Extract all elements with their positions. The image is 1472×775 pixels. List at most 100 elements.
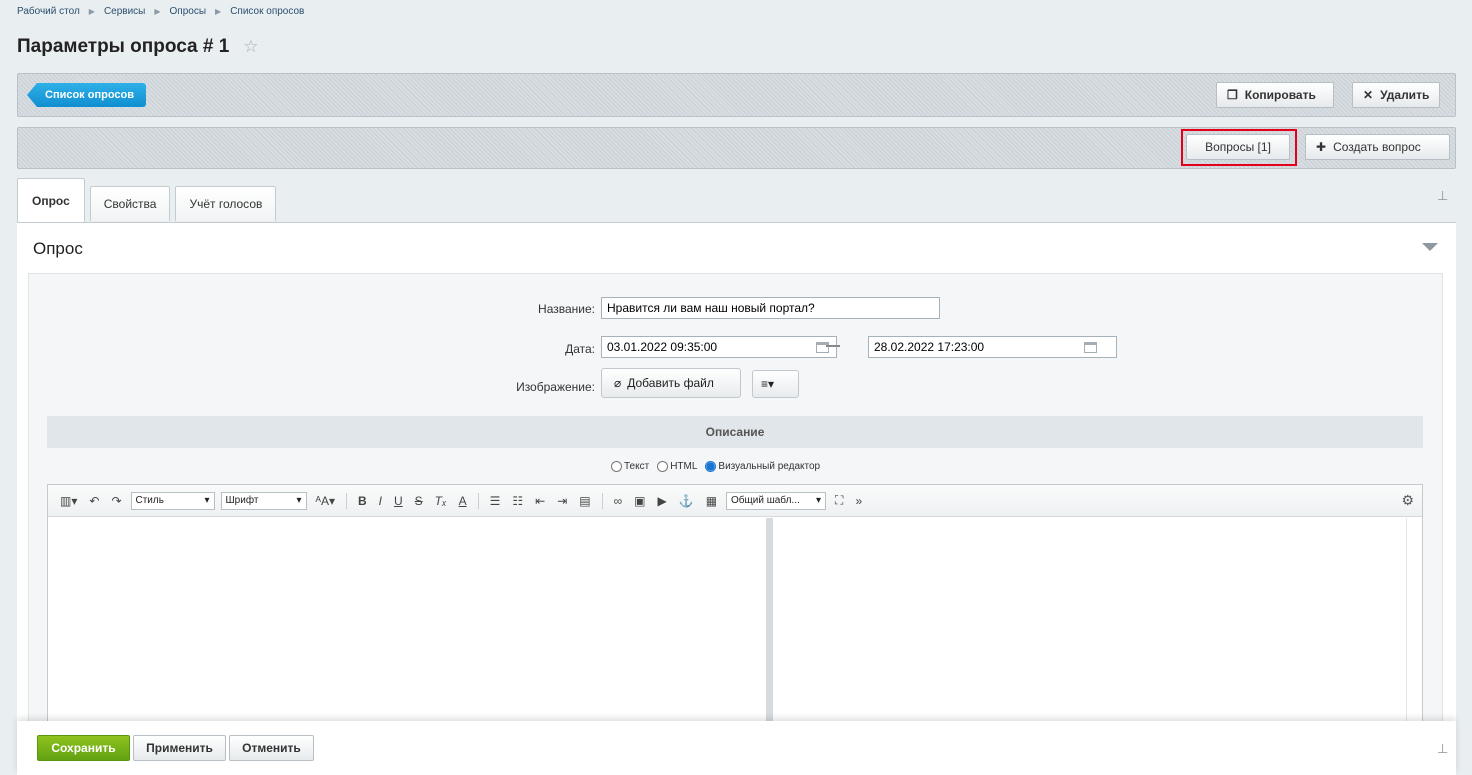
outdent-icon[interactable]: ⇤	[535, 494, 545, 508]
star-icon[interactable]: ☆	[243, 37, 258, 57]
visual-editor: ▥▾ ↶ ↷ Стиль ▾ Шрифт ▾ ᴬA▾ B I U S Tₓ A ☰ …	[47, 484, 1423, 732]
font-select[interactable]: Шрифт ▾	[220, 491, 307, 510]
align-icon[interactable]: ▤	[579, 494, 590, 508]
paperclip-icon: ⌀	[614, 376, 622, 390]
name-input[interactable]: Нравится ли вам наш новый портал?	[601, 297, 940, 319]
tab-poll[interactable]: Опрос	[17, 178, 85, 222]
main-content: Опрос Название: Нравится ли вам наш новы…	[17, 222, 1456, 732]
questions-toolbar: Вопросы [1] ✚ Создать вопрос	[17, 127, 1456, 169]
breadcrumb-separator-icon: ▶	[154, 7, 161, 16]
mode-visual-label: Визуальный редактор	[718, 461, 821, 472]
chevron-down-icon: ▾	[816, 495, 822, 506]
toolbar-divider	[477, 492, 479, 509]
chevron-down-icon: ▾	[296, 495, 302, 506]
collapse-arrow-icon[interactable]	[1422, 243, 1438, 251]
poll-list-button[interactable]: Список опросов	[27, 83, 147, 107]
copy-button[interactable]: ❐ Копировать	[1216, 82, 1334, 108]
toolbar-divider	[601, 492, 603, 509]
file-menu-button[interactable]: ≡▾	[752, 370, 799, 398]
create-question-label: Создать вопрос	[1333, 140, 1421, 154]
redo-icon[interactable]: ↷	[111, 494, 121, 508]
tab-properties[interactable]: Свойства	[89, 186, 171, 221]
save-button[interactable]: Сохранить	[37, 735, 130, 761]
name-label: Название:	[538, 302, 595, 316]
delete-button[interactable]: ✕ Удалить	[1352, 82, 1440, 108]
toolbar-divider	[345, 492, 347, 509]
breadcrumb-item-services[interactable]: Сервисы	[104, 6, 145, 17]
copy-button-label: Копировать	[1244, 88, 1316, 102]
more-icon[interactable]: »	[855, 494, 862, 508]
breadcrumb-separator-icon: ▶	[215, 7, 222, 16]
mode-text-label: Текст	[624, 461, 650, 472]
section-title: Опрос	[33, 239, 83, 258]
editor-scrollbar[interactable]	[1406, 518, 1422, 732]
breadcrumb-item-desktop[interactable]: Рабочий стол	[17, 6, 80, 17]
anchor-icon[interactable]: ⚓	[679, 494, 694, 508]
cancel-button[interactable]: Отменить	[229, 735, 314, 761]
tab-vote-accounting[interactable]: Учёт голосов	[175, 186, 277, 221]
source-toggle-icon[interactable]: ▥▾	[60, 494, 77, 508]
page-title: Параметры опроса # 1 ☆	[17, 36, 259, 58]
description-header: Описание	[47, 416, 1423, 448]
calendar-icon[interactable]	[816, 342, 829, 353]
fullscreen-icon[interactable]: ⛶	[835, 493, 843, 508]
date-from-input[interactable]: 03.01.2022 09:35:00	[601, 336, 837, 358]
breadcrumb: Рабочий стол ▶ Сервисы ▶ Опросы ▶ Список…	[17, 6, 304, 17]
undo-icon[interactable]: ↶	[89, 494, 99, 508]
add-file-button[interactable]: ⌀ Добавить файл	[601, 368, 741, 398]
italic-icon[interactable]: I	[379, 494, 382, 508]
editor-mode-selector: Текст HTML Визуальный редактор	[611, 461, 820, 472]
mode-text-radio[interactable]: Текст	[611, 461, 649, 472]
table-icon[interactable]: ▦	[706, 494, 717, 508]
date-range-dash	[826, 345, 840, 347]
editor-toolbar: ▥▾ ↶ ↷ Стиль ▾ Шрифт ▾ ᴬA▾ B I U S Tₓ A ☰ …	[48, 485, 1422, 517]
copy-icon: ❐	[1227, 88, 1238, 102]
tab-bar: Опрос Свойства Учёт голосов	[17, 178, 281, 224]
apply-button[interactable]: Применить	[133, 735, 226, 761]
breadcrumb-item-polls[interactable]: Опросы	[170, 6, 207, 17]
strikethrough-icon[interactable]: S	[415, 494, 423, 508]
radio-icon	[657, 461, 669, 472]
editor-visual-pane[interactable]	[48, 518, 767, 732]
ordered-list-icon[interactable]: ☰	[490, 494, 501, 508]
template-select[interactable]: Общий шабл... ▾	[726, 491, 827, 510]
radio-checked-icon	[705, 461, 717, 472]
editor-splitter[interactable]	[767, 518, 773, 732]
create-question-button[interactable]: ✚ Создать вопрос	[1305, 134, 1450, 160]
radio-icon	[611, 461, 622, 472]
mode-html-radio[interactable]: HTML	[657, 461, 697, 472]
poll-form: Название: Нравится ли вам наш новый порт…	[28, 273, 1443, 732]
breadcrumb-item-poll-list[interactable]: Список опросов	[230, 6, 304, 17]
text-color-icon[interactable]: A	[459, 494, 467, 508]
video-icon[interactable]: ▶	[658, 494, 667, 508]
pin-icon[interactable]: ⊥	[1437, 188, 1448, 204]
clear-format-icon[interactable]: Tₓ	[435, 494, 447, 508]
mode-visual-radio[interactable]: Визуальный редактор	[705, 461, 820, 472]
questions-button[interactable]: Вопросы [1]	[1186, 134, 1290, 160]
link-icon[interactable]: ∞	[614, 494, 623, 508]
gear-icon[interactable]: ⚙	[1401, 492, 1414, 509]
date-from-value: 03.01.2022 09:35:00	[607, 340, 718, 354]
underline-icon[interactable]: U	[394, 494, 403, 508]
date-to-value: 28.02.2022 17:23:00	[874, 340, 985, 354]
add-file-label: Добавить файл	[627, 376, 714, 390]
plus-icon: ✚	[1316, 140, 1327, 154]
style-select[interactable]: Стиль ▾	[130, 491, 215, 510]
style-select-value: Стиль	[135, 495, 164, 506]
bold-icon[interactable]: B	[358, 494, 367, 508]
date-label: Дата:	[565, 342, 595, 356]
font-size-icon[interactable]: ᴬA▾	[316, 494, 335, 508]
unordered-list-icon[interactable]: ☷	[512, 494, 523, 508]
delete-button-label: Удалить	[1380, 88, 1430, 102]
indent-icon[interactable]: ⇥	[557, 494, 567, 508]
top-toolbar: Список опросов ❐ Копировать ✕ Удалить	[17, 73, 1456, 117]
pin-icon[interactable]: ⊥	[1437, 741, 1448, 757]
image-label: Изображение:	[516, 380, 595, 394]
chevron-down-icon: ▾	[204, 495, 210, 506]
breadcrumb-separator-icon: ▶	[88, 7, 95, 16]
date-to-input[interactable]: 28.02.2022 17:23:00	[868, 336, 1117, 358]
image-icon[interactable]: ▣	[634, 494, 645, 508]
mode-html-label: HTML	[670, 461, 698, 472]
close-icon: ✕	[1363, 88, 1374, 102]
calendar-icon[interactable]	[1084, 342, 1097, 353]
